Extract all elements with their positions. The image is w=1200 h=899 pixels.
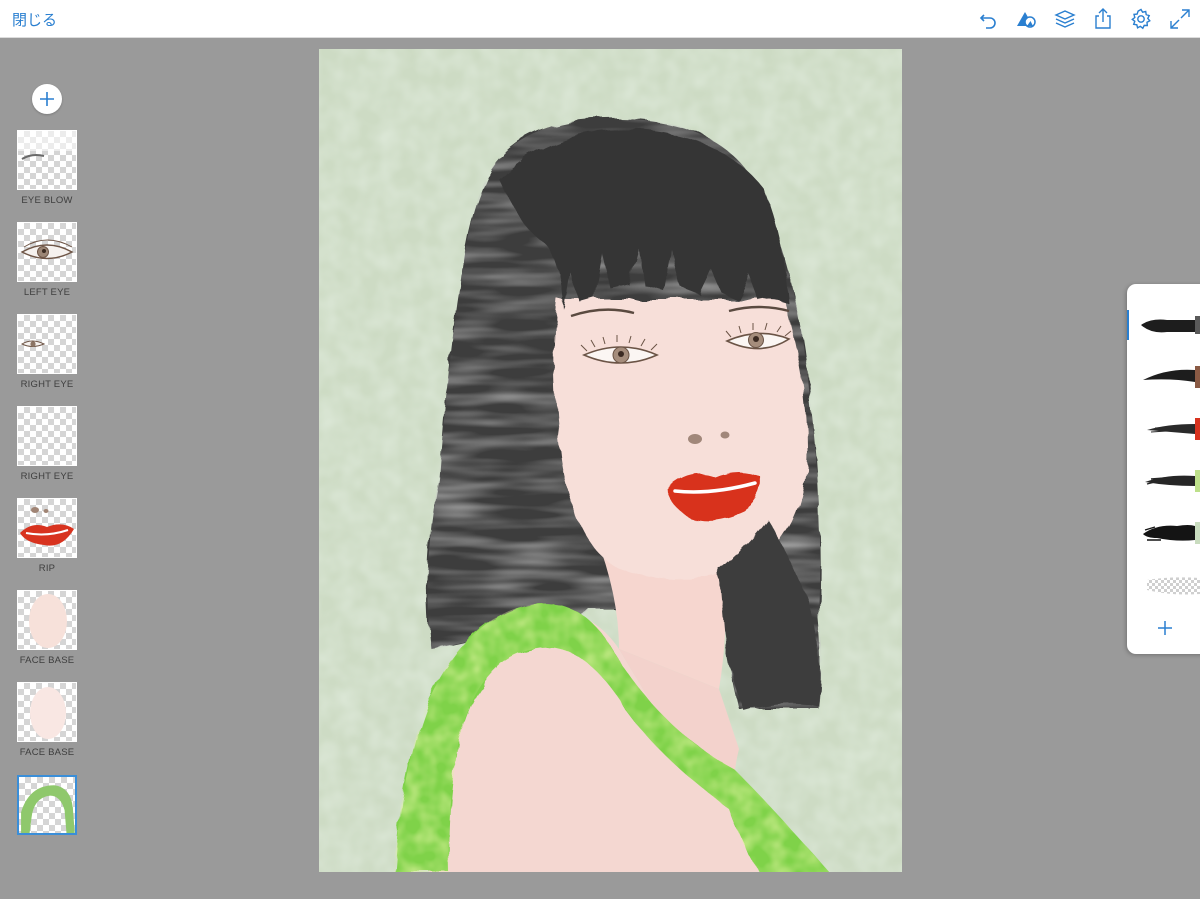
plus-icon [1158,621,1172,635]
layer-label: LEFT EYE [23,287,71,298]
layer-item-right-eye[interactable]: RIGHT EYE [17,314,77,390]
brush-item[interactable] [1137,464,1200,498]
layer-item-right-eye-2[interactable]: RIGHT EYE [17,406,77,482]
layer-label: FACE BASE [19,747,75,758]
nose-right-nostril [720,431,730,439]
brush-item[interactable] [1137,308,1200,342]
brushes-panel [1127,284,1200,654]
layer-label: RIGHT EYE [20,471,74,482]
brush-item[interactable] [1137,360,1200,394]
layer-thumbnail [17,590,77,650]
layer-label: RIP [38,563,56,574]
portrait-artwork [319,49,902,872]
shapes-icon[interactable] [1014,7,1038,31]
layers-icon[interactable] [1053,7,1077,31]
add-layer-button[interactable] [32,84,62,114]
layer-label: EYE BLOW [21,195,73,206]
brush-item[interactable] [1137,516,1200,550]
fullscreen-icon[interactable] [1168,7,1192,31]
layer-thumbnail [17,130,77,190]
share-icon[interactable] [1091,7,1115,31]
undo-icon[interactable] [976,7,1000,31]
brush-item[interactable] [1137,568,1200,602]
layer-thumbnail [17,314,77,374]
active-brush-indicator [1127,310,1129,340]
brush-item[interactable] [1137,412,1200,446]
layer-item-face-base-2[interactable]: FACE BASE [17,682,77,758]
layer-thumbnail [17,775,77,835]
layer-label: FACE BASE [19,655,75,666]
layer-item-dress[interactable] [17,775,77,840]
layer-item-face-base[interactable]: FACE BASE [17,590,77,666]
plus-icon [40,92,54,106]
layers-panel: EYE BLOW LEFT EYE RIGHT EYE RIGHT EYE RI… [0,38,95,899]
layer-thumbnail [17,406,77,466]
close-button[interactable]: 閉じる [12,9,57,30]
top-bar: 閉じる [0,0,1200,38]
nose-left-nostril [688,434,702,444]
layer-thumbnail [17,498,77,558]
layer-item-eye-blow[interactable]: EYE BLOW [17,130,77,206]
settings-icon[interactable] [1129,7,1153,31]
layer-thumbnail [17,222,77,282]
layer-item-left-eye[interactable]: LEFT EYE [17,222,77,298]
layer-item-rip[interactable]: RIP [17,498,77,574]
layer-thumbnail [17,682,77,742]
drawing-canvas[interactable] [319,49,902,872]
add-brush-button[interactable] [1153,616,1177,640]
layer-label: RIGHT EYE [20,379,74,390]
